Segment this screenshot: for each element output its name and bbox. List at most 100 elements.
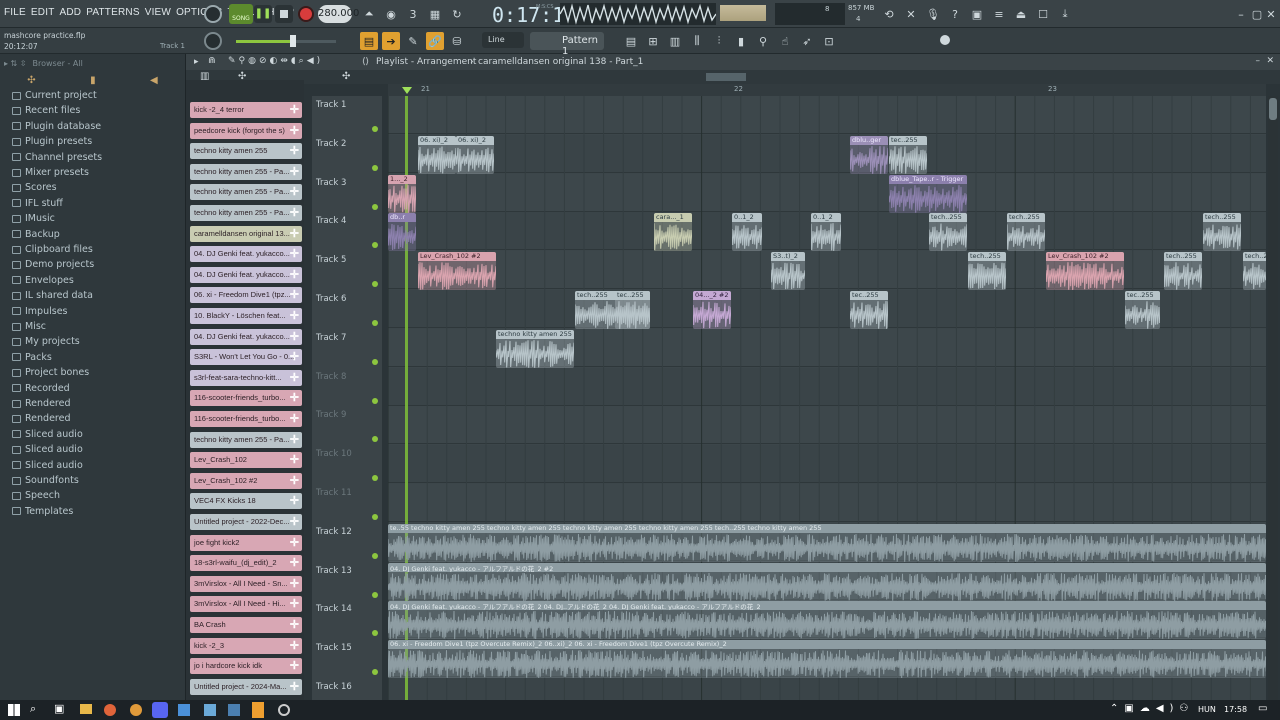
channel-button[interactable]: techno kitty amen 255 - Pa... ✛ [190, 184, 302, 201]
browser-item[interactable]: Packs [12, 352, 52, 363]
track-name[interactable]: Track 4 [316, 216, 346, 226]
add-to-playlist-icon[interactable]: ✛ [290, 412, 299, 425]
mixer-icon[interactable]: ≡ [990, 5, 1008, 23]
save-icon[interactable]: ▣ [968, 5, 986, 23]
audio-clip[interactable]: db..r [388, 213, 416, 252]
track-name[interactable]: Track 8 [316, 372, 346, 382]
channel-button[interactable]: caramelldansen original 13... ✛ [190, 225, 302, 242]
menu-item[interactable]: PATTERNS [86, 7, 139, 18]
playlist-icon[interactable]: ▤ [622, 32, 640, 50]
audio-clip[interactable]: S3..t)_2 [771, 252, 805, 291]
track-enable-led[interactable] [372, 397, 378, 404]
track-enable-led[interactable] [372, 320, 378, 326]
add-to-playlist-icon[interactable]: ✛ [290, 124, 299, 137]
channel-button[interactable]: 3mVirslox - All I Need - Sn... ✛ [190, 575, 302, 592]
channel-button[interactable]: techno kitty amen 255 - Pa... ✛ [190, 205, 302, 221]
channel-button[interactable]: BA Crash ✛ [190, 617, 302, 633]
menu-item[interactable]: VIEW [145, 7, 171, 18]
browser-arrows-icon[interactable]: ▸ ⇅ ⇳ [4, 59, 27, 68]
track-enable-led[interactable] [372, 630, 378, 637]
channel-button[interactable]: 04. DJ Genki feat. yukacco... ✛ [190, 266, 302, 283]
track-enable-led[interactable] [372, 514, 378, 520]
audio-clip[interactable]: tec..255 [615, 291, 650, 329]
track-enable-led[interactable] [372, 475, 378, 482]
channel-button[interactable]: Untitled project - 2024-Ma... ✛ [190, 678, 302, 695]
channel-button[interactable]: peedcore kick (forgot the s) ✛ [190, 122, 302, 139]
playlist-close-icon[interactable]: ✕ [1266, 56, 1274, 66]
step-edit-icon[interactable]: ▦ [426, 5, 444, 23]
browser-item[interactable]: Project bones [12, 367, 89, 378]
add-to-playlist-icon[interactable]: ✛ [290, 165, 299, 178]
render-icon[interactable]: ⏏ [1012, 5, 1030, 23]
audio-clip[interactable]: Lev_Crash_102 #2 [418, 252, 496, 291]
tools-icon[interactable]: ✕ [902, 5, 920, 23]
audio-clip[interactable]: dblu..ger [850, 135, 888, 174]
audio-clip[interactable]: tech..255 [968, 252, 1006, 291]
add-to-playlist-icon[interactable]: ✛ [290, 144, 299, 157]
track-enable-led[interactable] [372, 281, 378, 288]
track-enable-led[interactable] [372, 436, 378, 443]
playlist-nav-icon[interactable]: ⟨⟩ [362, 57, 369, 67]
audio-clip[interactable]: dblue_Tape..r - Trigger [889, 174, 967, 213]
link-icon[interactable]: 🔗 [426, 32, 444, 50]
browser-item[interactable]: Clipboard files [12, 244, 93, 255]
stamp-icon[interactable]: ⛁ [448, 32, 466, 50]
record-button[interactable] [298, 6, 314, 22]
browser-item[interactable]: Soundfonts [12, 475, 79, 486]
browser-item[interactable]: Sliced audio [12, 429, 83, 440]
playlist-magnet-icon[interactable]: ⋒ [208, 56, 216, 66]
track-enable-led[interactable] [372, 203, 378, 210]
browser-item[interactable]: Recorded [12, 383, 70, 394]
channel-button[interactable]: VEC4 FX Kicks 18 ✛ [190, 493, 302, 510]
playlist-tools[interactable]: ✎⚲◍⊘◐⇹◖⌕◀) [228, 56, 323, 66]
browser-item[interactable]: IL shared data [12, 290, 93, 301]
app-icon-blue[interactable] [178, 704, 190, 716]
add-to-playlist-icon[interactable]: ✛ [290, 474, 299, 487]
channel-button[interactable]: 3mVirslox - All I Need - Hi... ✛ [190, 596, 302, 613]
browser-item[interactable]: Plugin presets [12, 136, 92, 147]
arrow-right-icon[interactable]: ➔ [382, 32, 400, 50]
piano-roll-icon[interactable]: ▥ [666, 32, 684, 50]
add-to-playlist-icon[interactable]: ✛ [290, 206, 299, 219]
browser-item[interactable]: Sliced audio [12, 460, 83, 471]
browser-item[interactable]: My projects [12, 336, 80, 347]
output-icon[interactable]: ➶ [798, 32, 816, 50]
task-view-icon[interactable]: ▣ [54, 702, 64, 715]
app-icon-orange[interactable] [130, 704, 142, 716]
add-to-playlist-icon[interactable]: ✛ [290, 391, 299, 404]
browser-item[interactable]: Templates [12, 506, 73, 517]
metronome-icon[interactable]: ⏶ [360, 5, 378, 23]
audio-clip[interactable]: 06. xi)_2 [456, 135, 494, 174]
track-name[interactable]: Track 10 [316, 449, 352, 459]
plugin-icon[interactable]: ⚲ [754, 32, 772, 50]
browser-item[interactable]: Rendered [12, 413, 71, 424]
tray-icons[interactable]: ⌃▣☁◀)⚇ [1110, 703, 1194, 714]
track-name[interactable]: Track 13 [316, 566, 352, 576]
audio-clip[interactable]: tech..255 [1243, 252, 1266, 291]
audio-clip[interactable]: te..55 techno kitty amen 255 techno kitt… [388, 523, 1266, 562]
firefox-icon[interactable] [104, 704, 116, 716]
help-icon[interactable]: ? [946, 5, 964, 23]
tempo-tap-icon[interactable]: ▤ [360, 32, 378, 50]
browser-item[interactable]: Current project [12, 90, 97, 101]
add-to-playlist-icon[interactable]: ✛ [290, 227, 299, 240]
explorer-icon[interactable] [80, 704, 92, 714]
channel-button[interactable]: techno kitty amen 255 - Pa... ✛ [190, 163, 302, 180]
track-enable-led[interactable] [372, 164, 378, 171]
audio-clip[interactable]: tech..255 [1007, 213, 1045, 252]
add-to-playlist-icon[interactable]: ✛ [290, 577, 299, 590]
channel-button[interactable]: 06. xi - Freedom Dive1 (tpz... ✛ [190, 287, 302, 304]
tray-language[interactable]: HUN [1198, 705, 1216, 714]
browser-item[interactable]: IFL stuff [12, 198, 63, 209]
snap-select[interactable]: Line [482, 32, 524, 48]
add-to-playlist-icon[interactable]: ✛ [290, 268, 299, 281]
track-name[interactable]: Track 9 [316, 410, 346, 420]
track-enable-led[interactable] [372, 552, 378, 559]
add-to-playlist-icon[interactable]: ✛ [290, 103, 299, 116]
playlist-scrollbar[interactable] [1268, 96, 1278, 700]
stop-button[interactable] [275, 5, 293, 23]
menu-item[interactable]: ADD [60, 7, 82, 18]
audio-clip[interactable]: tech..255 [929, 213, 967, 252]
browser-item[interactable]: Backup [12, 229, 60, 240]
browser-item[interactable]: IMusic [12, 213, 55, 224]
